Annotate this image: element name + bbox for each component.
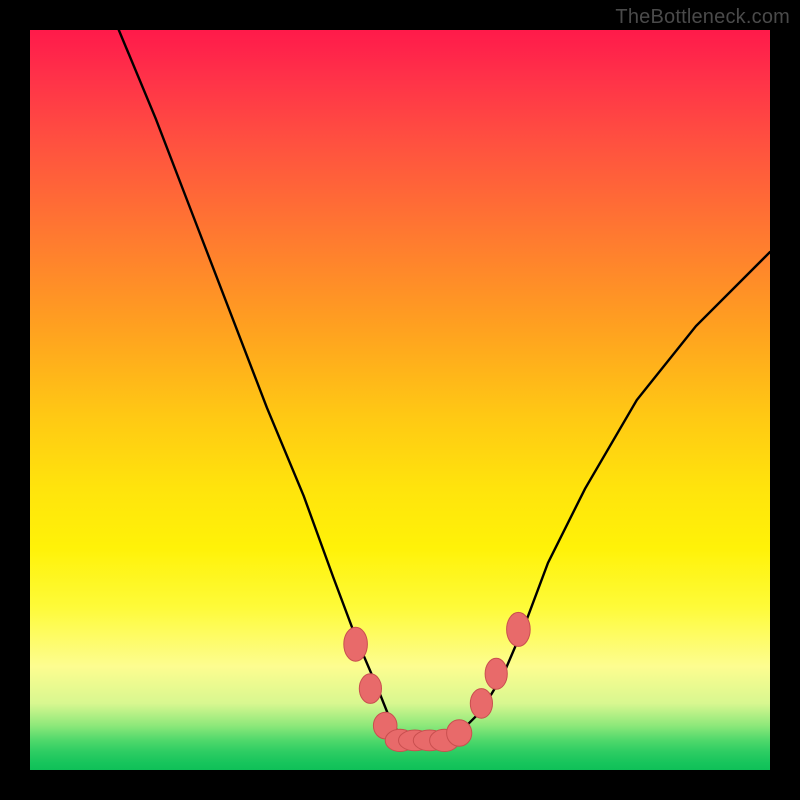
chart-frame: TheBottleneck.com [0,0,800,800]
curve-marker [470,689,492,719]
watermark-text: TheBottleneck.com [615,6,790,29]
curve-marker [359,674,381,704]
plot-area [30,30,770,770]
curve-marker [344,627,368,661]
curve-marker [485,658,507,689]
curve-markers [344,612,530,751]
curve-layer [30,30,770,770]
curve-marker [507,612,531,646]
curve-marker [447,720,472,747]
bottleneck-curve [119,30,770,740]
